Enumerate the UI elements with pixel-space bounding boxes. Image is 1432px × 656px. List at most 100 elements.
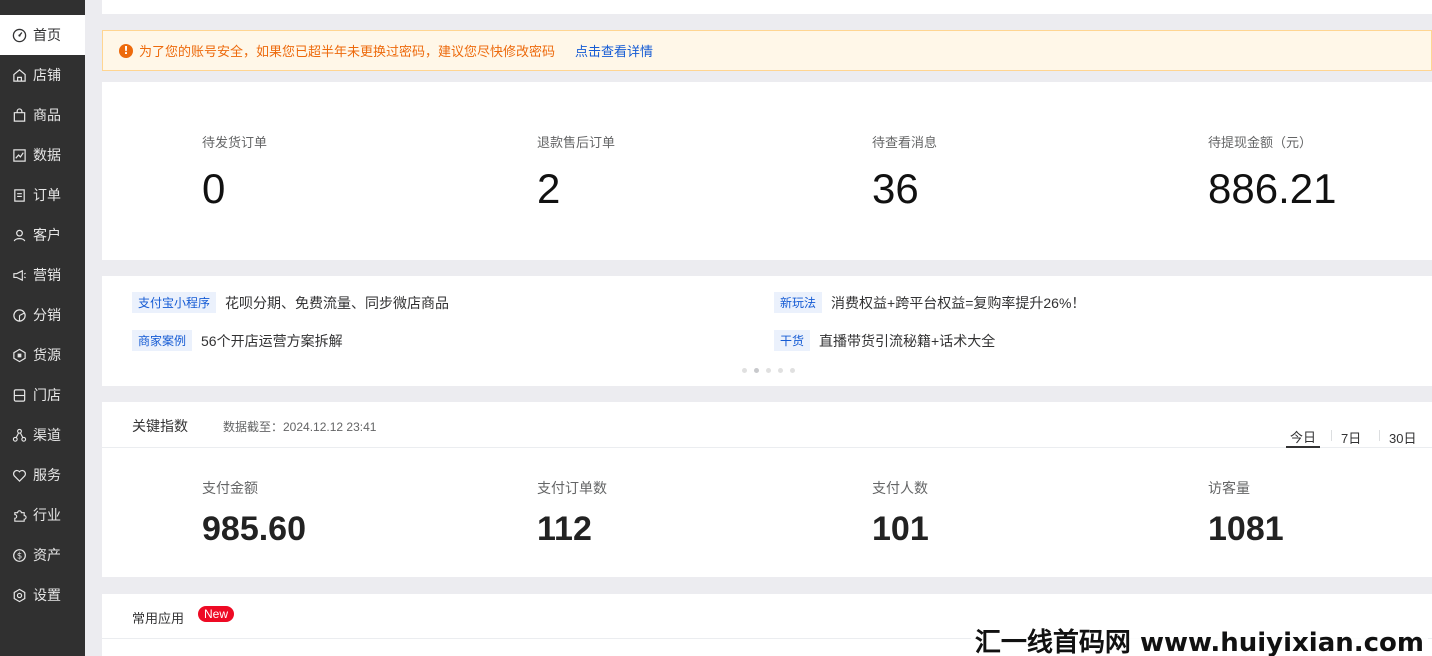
common-apps-title: 常用应用 — [132, 611, 185, 626]
sidebar-item-data[interactable]: 数据 — [0, 135, 85, 175]
carousel-dot[interactable] — [778, 368, 783, 373]
stat-value: 0 — [202, 165, 226, 212]
promo-tag: 干货 — [774, 330, 811, 351]
user-icon — [11, 227, 27, 243]
promo-tag: 支付宝小程序 — [132, 292, 217, 313]
range-tab-today[interactable]: 今日 — [1286, 426, 1320, 448]
metric-label: 支付金额 — [202, 480, 258, 496]
metric-payment-amount[interactable]: 支付金额 985.60 — [202, 478, 306, 549]
promo-item[interactable]: 干货 直播带货引流秘籍+话术大全 — [774, 330, 995, 351]
notice-message: 为了您的账号安全，如果您已超半年未更换过密码，建议您尽快修改密码 — [139, 44, 556, 59]
carousel-dot[interactable] — [790, 368, 795, 373]
promo-carousel: 支付宝小程序 花呗分期、免费流量、同步微店商品 新玩法 消费权益+跨平台权益=复… — [102, 276, 1432, 386]
stat-label: 退款售后订单 — [537, 135, 616, 150]
promo-item[interactable]: 商家案例 56个开店运营方案拆解 — [132, 330, 343, 351]
metric-paid-orders[interactable]: 支付订单数 112 — [537, 478, 607, 549]
top-panel — [102, 0, 1432, 14]
overview-card: 待发货订单 0 退款售后订单 2 待查看消息 36 待提现金额（元） 886.2… — [102, 82, 1432, 260]
stat-withdrawable-amount[interactable]: 待提现金额（元） 886.21 — [1208, 132, 1336, 213]
distribution-icon — [11, 307, 27, 323]
sidebar-item-label: 店铺 — [33, 67, 61, 83]
metric-visitors[interactable]: 访客量 1081 — [1208, 478, 1284, 549]
carousel-indicators — [742, 368, 802, 373]
sidebar-item-orders[interactable]: 订单 — [0, 175, 85, 215]
range-divider — [1331, 430, 1332, 441]
sidebar-item-store[interactable]: 店铺 — [0, 55, 85, 95]
sidebar-item-label: 资产 — [33, 547, 61, 563]
stat-unread-messages[interactable]: 待查看消息 36 — [872, 132, 937, 213]
notice-details-link[interactable]: 点击查看详情 — [575, 41, 653, 60]
promo-tag: 商家案例 — [132, 330, 193, 351]
stat-value: 2 — [537, 165, 561, 212]
sidebar-item-settings[interactable]: 设置 — [0, 575, 85, 615]
range-tab-30d[interactable]: 30日 — [1389, 426, 1416, 448]
metric-label: 支付人数 — [872, 480, 928, 496]
settings-icon — [11, 587, 27, 603]
channel-icon — [11, 427, 27, 443]
sidebar-item-label: 营销 — [33, 267, 61, 283]
metric-paying-users[interactable]: 支付人数 101 — [872, 478, 929, 549]
main-content: ! 为了您的账号安全，如果您已超半年未更换过密码，建议您尽快修改密码 点击查看详… — [85, 0, 1432, 656]
promo-text: 56个开店运营方案拆解 — [201, 332, 343, 349]
shopping-bag-icon — [11, 107, 27, 123]
key-metrics-card: 关键指数 数据截至：2024.12.12 23:41 今日 7日 30日 支付金… — [102, 402, 1432, 577]
sidebar-item-home[interactable]: 首页 — [0, 15, 85, 55]
carousel-dot[interactable] — [754, 368, 759, 373]
metric-value: 101 — [872, 510, 929, 548]
promo-item[interactable]: 支付宝小程序 花呗分期、免费流量、同步微店商品 — [132, 292, 449, 313]
promo-text: 花呗分期、免费流量、同步微店商品 — [225, 294, 450, 311]
warning-icon: ! — [119, 43, 133, 58]
security-notice: ! 为了您的账号安全，如果您已超半年未更换过密码，建议您尽快修改密码 点击查看详… — [102, 30, 1432, 71]
store-icon — [11, 67, 27, 83]
sidebar-item-customers[interactable]: 客户 — [0, 215, 85, 255]
sidebar-item-label: 数据 — [33, 147, 61, 163]
sidebar-item-outlets[interactable]: 门店 — [0, 375, 85, 415]
megaphone-icon — [11, 267, 27, 283]
supply-icon — [11, 347, 27, 363]
chart-icon — [11, 147, 27, 163]
sidebar-item-label: 服务 — [33, 467, 61, 483]
stat-label: 待查看消息 — [872, 135, 938, 150]
carousel-dot[interactable] — [766, 368, 771, 373]
range-tab-7d[interactable]: 7日 — [1341, 426, 1361, 448]
sidebar-item-label: 首页 — [33, 27, 61, 43]
key-metrics-title: 关键指数 — [132, 418, 188, 434]
promo-tag: 新玩法 — [774, 292, 823, 313]
new-badge: New — [198, 606, 235, 622]
stat-pending-shipment[interactable]: 待发货订单 0 — [202, 132, 267, 213]
promo-item[interactable]: 新玩法 消费权益+跨平台权益=复购率提升26%！ — [774, 292, 1085, 313]
sidebar-item-channels[interactable]: 渠道 — [0, 415, 85, 455]
sidebar-item-label: 订单 — [33, 187, 61, 203]
sidebar-item-label: 渠道 — [33, 427, 61, 443]
metric-label: 支付订单数 — [537, 480, 607, 496]
sidebar-item-goods[interactable]: 商品 — [0, 95, 85, 135]
sidebar-item-label: 商品 — [33, 107, 61, 123]
metric-value: 985.60 — [202, 510, 306, 548]
sidebar-item-label: 客户 — [33, 227, 61, 243]
metric-label: 访客量 — [1208, 480, 1250, 496]
sidebar-item-services[interactable]: 服务 — [0, 455, 85, 495]
watermark: 汇一线首码网 www.huiyixian.com — [970, 622, 1428, 656]
sidebar-item-assets[interactable]: $ 资产 — [0, 535, 85, 575]
shop-door-icon — [11, 387, 27, 403]
sidebar-item-label: 分销 — [33, 307, 61, 323]
sidebar-item-distribution[interactable]: 分销 — [0, 295, 85, 335]
order-icon — [11, 187, 27, 203]
svg-text:$: $ — [16, 550, 21, 560]
sidebar-item-industry[interactable]: 行业 — [0, 495, 85, 535]
key-metrics-header: 关键指数 数据截至：2024.12.12 23:41 今日 7日 30日 — [102, 402, 1432, 448]
metric-value: 112 — [537, 510, 592, 548]
sidebar-item-label: 门店 — [33, 387, 61, 403]
stat-value: 886.21 — [1208, 165, 1337, 212]
sidebar-item-label: 货源 — [33, 347, 61, 363]
sidebar: 首页 店铺 商品 数据 订单 客户 营销 分销 货源 门店 渠道 服务 行业 $… — [0, 0, 85, 656]
stat-label: 待提现金额（元） — [1208, 135, 1313, 150]
home-dashboard-icon — [11, 27, 27, 43]
stat-refund-orders[interactable]: 退款售后订单 2 — [537, 132, 615, 213]
sidebar-item-marketing[interactable]: 营销 — [0, 255, 85, 295]
sidebar-item-supply[interactable]: 货源 — [0, 335, 85, 375]
carousel-dot[interactable] — [742, 368, 747, 373]
sidebar-item-label: 行业 — [33, 507, 61, 523]
promo-text: 直播带货引流秘籍+话术大全 — [819, 332, 996, 349]
stat-label: 待发货订单 — [202, 135, 268, 150]
